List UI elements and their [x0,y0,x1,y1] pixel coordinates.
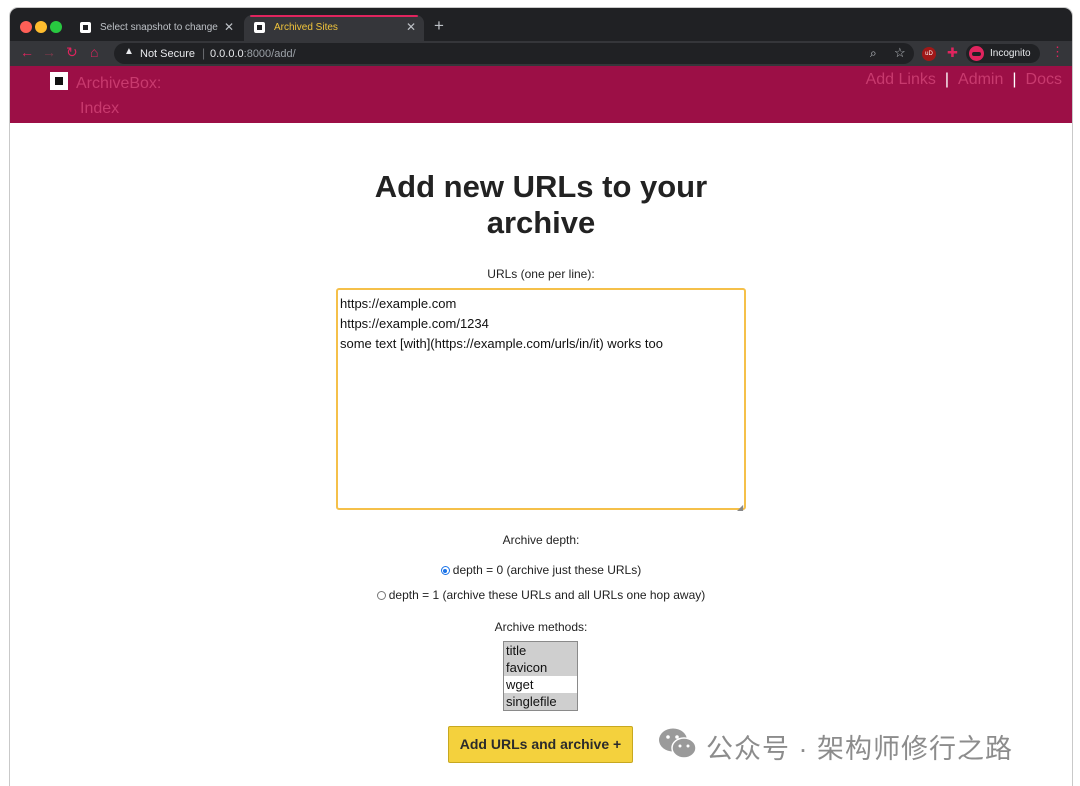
zoom-icon[interactable]: ⌕ [870,46,877,61]
incognito-badge[interactable]: Incognito [966,44,1040,63]
close-icon[interactable]: ✕ [224,20,234,34]
depth-0-option[interactable]: depth = 0 (archive just these URLs) [10,563,1072,577]
menu-kebab-icon[interactable]: ⋮ [1051,44,1064,60]
header-nav: Add Links | Admin | Docs [866,71,1062,89]
forward-arrow-icon[interactable]: → [42,44,56,60]
methods-label: Archive methods: [494,620,588,634]
incognito-label: Incognito [990,48,1031,59]
archive-methods-select[interactable]: title favicon wget singlefile [503,641,578,711]
nav-admin[interactable]: Admin [958,71,1003,88]
nav-separator: | [1012,71,1017,88]
add-urls-button-label: Add URLs and archive [459,736,610,752]
new-tab-button[interactable]: + [434,16,444,36]
tab-title: Archived Sites [274,22,338,33]
maximize-window-icon[interactable] [50,21,62,33]
favicon-icon [80,22,91,33]
depth-0-label[interactable]: depth = 0 (archive just these URLs) [453,563,641,577]
reload-icon[interactable]: ↻ [66,44,78,61]
radio-depth-0[interactable] [440,566,450,575]
browser-toolbar: ← → ↻ ⌂ ▲ Not Secure | 0.0.0.0:8000/add/… [10,41,1072,66]
close-window-icon[interactable] [20,21,32,33]
depth-1-option[interactable]: depth = 1 (archive these URLs and all UR… [10,588,1072,602]
favicon-icon [254,22,265,33]
depth-label: Archive depth: [502,533,580,547]
method-option-wget[interactable]: wget [504,676,577,693]
plus-icon: + [613,736,622,752]
method-option-title[interactable]: title [504,642,577,659]
radio-depth-1[interactable] [376,591,386,600]
watermark-text: 公众号 · 架构师修行之路 [706,734,1013,764]
method-option-singlefile[interactable]: singlefile [504,693,577,710]
tab-bar: Select snapshot to change | In ✕ Archive… [10,8,1072,41]
home-icon[interactable]: ⌂ [90,44,98,60]
page-title: Add new URLs to your archive [341,169,741,241]
main-content: Add new URLs to your archive URLs (one p… [10,123,1072,786]
security-label[interactable]: Not Secure [140,48,195,60]
nav-separator: | [944,71,950,88]
title-line-1: Add new URLs to your [374,169,708,204]
urls-label: URLs (one per line): [487,267,595,281]
minimize-window-icon[interactable] [35,21,47,33]
brand-line-2: Index [80,100,120,117]
urls-input[interactable]: https://example.com https://example.com/… [336,288,746,510]
archivebox-logo-icon[interactable] [50,72,68,90]
nav-add-links[interactable]: Add Links [866,71,936,88]
browser-window: Select snapshot to change | In ✕ Archive… [10,8,1072,786]
tab-select-snapshot[interactable]: Select snapshot to change | In ✕ [70,15,242,41]
close-icon[interactable]: ✕ [406,20,416,34]
title-line-2: archive [486,205,596,240]
back-arrow-icon[interactable]: ← [20,44,34,60]
method-option-favicon[interactable]: favicon [504,659,577,676]
brand-link[interactable]: ArchiveBox: Index [76,71,176,121]
wechat-icon [659,728,697,759]
nav-docs[interactable]: Docs [1026,71,1062,88]
tab-title: Select snapshot to change | In [100,22,220,33]
bookmark-star-icon[interactable]: ☆ [894,45,906,61]
extensions-puzzle-icon[interactable]: ✚ [947,45,958,61]
incognito-icon [969,46,984,61]
address-bar[interactable]: ▲ Not Secure | 0.0.0.0:8000/add/ ⌕ ☆ [114,43,914,64]
add-urls-button[interactable]: Add URLs and archive + [448,726,633,763]
ublock-extension-icon[interactable]: uD [922,47,936,61]
url-host: 0.0.0.0 [210,48,244,60]
address-divider: | [202,46,206,60]
url-path: :8000/add/ [243,48,296,60]
depth-1-label[interactable]: depth = 1 (archive these URLs and all UR… [389,588,706,602]
brand-line-1: ArchiveBox: [76,75,162,92]
site-header: ArchiveBox: Index Add Links | Admin | Docs [10,66,1072,123]
warning-icon[interactable]: ▲ [124,46,134,57]
url-text[interactable]: 0.0.0.0:8000/add/ [210,48,296,60]
resize-handle-icon[interactable]: ◢ [737,503,743,512]
tab-archived-sites[interactable]: Archived Sites ✕ [244,15,424,41]
